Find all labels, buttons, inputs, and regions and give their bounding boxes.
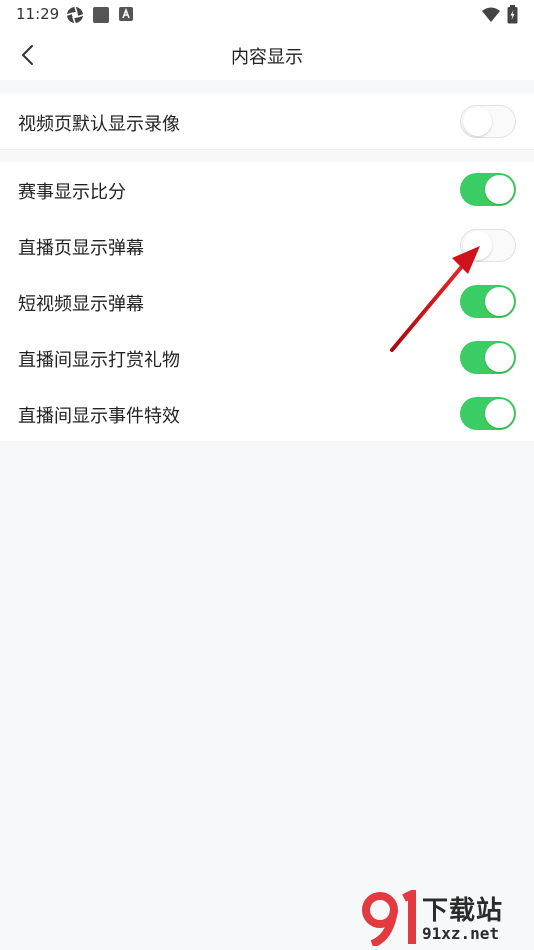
setting-label: 直播间显示事件特效 [18, 406, 180, 427]
a-letter-icon [119, 7, 133, 21]
watermark-text: 下载站 [422, 896, 504, 926]
watermark-url: 91xz.net [422, 924, 500, 943]
battery-icon [507, 5, 518, 24]
setting-label: 赛事显示比分 [18, 182, 126, 203]
app-square-icon [93, 7, 109, 23]
status-time: 11:29 [16, 5, 60, 23]
aperture-icon [66, 6, 84, 24]
setting-row-default-recording: 视频页默认显示录像 [0, 94, 534, 150]
wifi-icon [482, 7, 500, 22]
watermark: 下载站 91xz.net [360, 890, 530, 946]
setting-row-live-effects: 直播间显示事件特效 [0, 386, 534, 442]
setting-label: 短视频显示弹幕 [18, 294, 144, 315]
annotation-arrow-icon [390, 246, 480, 352]
status-bar: 11:29 [0, 0, 534, 30]
91-logo-icon [362, 890, 416, 946]
setting-label: 直播间显示打赏礼物 [18, 350, 180, 371]
setting-label: 直播页显示弹幕 [18, 238, 144, 259]
app-header: 内容显示 [0, 30, 534, 80]
toggle-default-recording[interactable] [460, 105, 516, 138]
setting-row-show-score: 赛事显示比分 [0, 162, 534, 218]
page-title: 内容显示 [231, 47, 303, 68]
settings-group-recording: 视频页默认显示录像 [0, 94, 534, 150]
setting-label: 视频页默认显示录像 [18, 114, 180, 135]
toggle-show-score[interactable] [460, 173, 516, 206]
toggle-live-effects[interactable] [460, 397, 516, 430]
